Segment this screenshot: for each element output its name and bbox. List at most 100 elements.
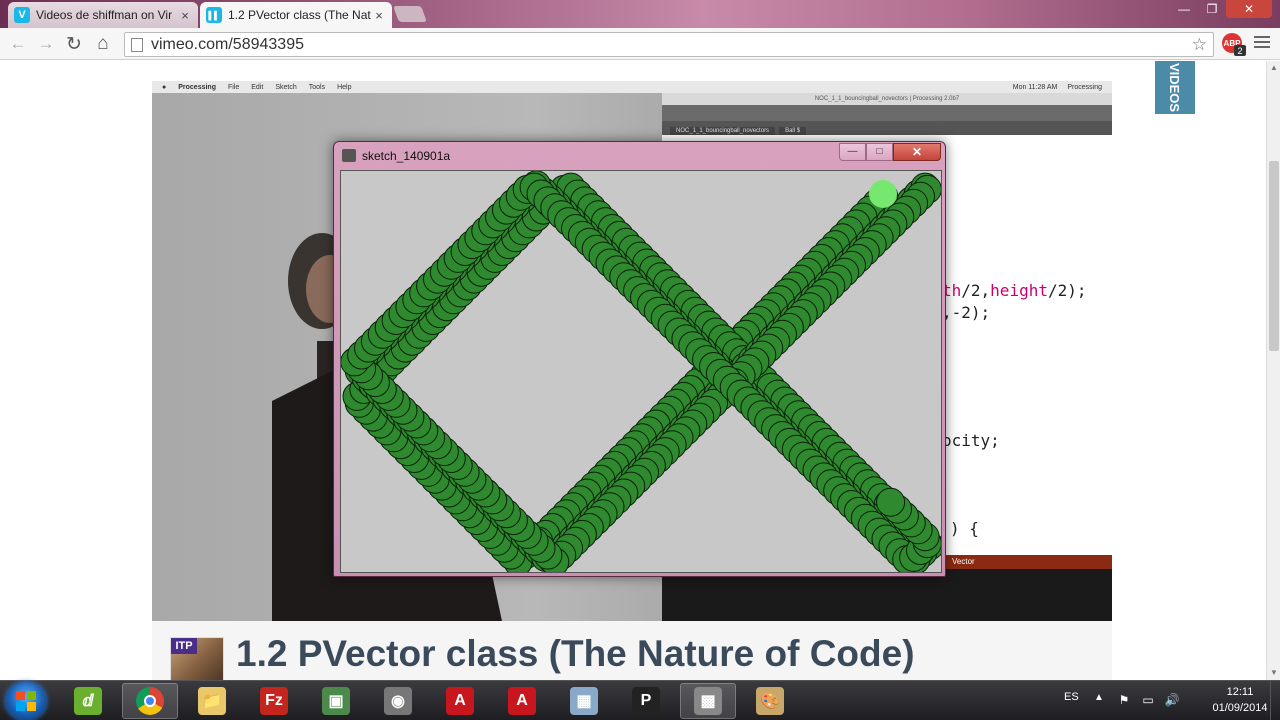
- url-input[interactable]: [151, 35, 1151, 54]
- ball: [869, 180, 897, 208]
- browser-toolbar: ← → ↻ ⌂ ☆: [0, 28, 1280, 60]
- video-title: 1.2 PVector class (The Nature of Code): [236, 633, 915, 674]
- windows-logo-icon: [16, 691, 36, 711]
- taskbar-app-monitor[interactable]: ▣: [308, 683, 364, 719]
- sketch-canvas[interactable]: [340, 170, 942, 573]
- mac-app-name: Processing: [1067, 83, 1102, 91]
- browser-tab-strip: V Videos de shiffman on Vir × ▌▌ 1.2 PVe…: [0, 0, 1280, 28]
- mac-menu-item: Sketch: [275, 83, 297, 91]
- bookmark-star-icon[interactable]: ☆: [1192, 35, 1207, 55]
- code-line: th/2,height/2);: [942, 281, 1087, 300]
- taskbar-app-dreamweaver[interactable]: ⅆ: [60, 683, 116, 719]
- autocad-1-icon: A: [446, 687, 474, 715]
- clock-time[interactable]: 12:11: [1210, 686, 1270, 698]
- mac-menu-app: Processing: [178, 83, 216, 91]
- tab-title: Videos de shiffman on Vir: [36, 8, 173, 22]
- itp-badge: ITP: [171, 638, 197, 654]
- ide-title: NOC_1_1_bouncingball_novectors | Process…: [662, 93, 1112, 105]
- mac-menu-item: Tools: [308, 83, 326, 91]
- paint-icon: 🎨: [756, 687, 784, 715]
- scroll-down-arrow-icon[interactable]: ▼: [1269, 668, 1279, 678]
- taskbar-app-calculator[interactable]: ▦: [556, 683, 612, 719]
- taskbar-app-autocad-1[interactable]: A: [432, 683, 488, 719]
- monitor-icon: ▣: [322, 687, 350, 715]
- taskbar-app-filezilla[interactable]: Fz: [246, 683, 302, 719]
- taskbar-app-app-window[interactable]: ▩: [680, 683, 736, 719]
- chrome-icon: [136, 687, 164, 715]
- taskbar-app-autocad-2[interactable]: A: [494, 683, 550, 719]
- mac-clock: Mon 11:28 AM: [1012, 83, 1058, 91]
- mac-menu-item: File: [227, 83, 240, 91]
- code-line: ocity;: [942, 431, 1000, 450]
- ide-tab: Ball $: [779, 127, 807, 135]
- taskbar-app-processing[interactable]: P: [618, 683, 674, 719]
- ball-trail: [341, 171, 941, 572]
- taskbar-app-explorer[interactable]: 📁: [184, 683, 240, 719]
- taskbar-app-paint[interactable]: 🎨: [742, 683, 798, 719]
- menu-icon[interactable]: [1254, 36, 1270, 51]
- address-bar[interactable]: ☆: [124, 32, 1214, 57]
- bouncing-ball-trails: [341, 171, 941, 572]
- autocad-2-icon: A: [508, 687, 536, 715]
- page-scrollbar[interactable]: ▲ ▼: [1266, 61, 1280, 680]
- tab-pvector-class[interactable]: ▌▌ 1.2 PVector class (The Nat ×: [200, 2, 392, 28]
- videos-side-tab-label: VIDEOS: [1167, 62, 1183, 113]
- code-line: ) {: [950, 519, 979, 538]
- sketch-minimize-button[interactable]: —: [839, 143, 866, 161]
- ide-tab: NOC_1_1_bouncingball_novectors: [670, 127, 776, 135]
- minimize-button[interactable]: —: [1170, 0, 1198, 18]
- tab-close-icon[interactable]: ×: [178, 8, 192, 23]
- action-center-icon[interactable]: ▭: [1140, 693, 1156, 709]
- new-tab-button[interactable]: [393, 6, 427, 22]
- code-line: ,-2);: [942, 303, 991, 322]
- ide-toolbar: [662, 105, 1112, 121]
- home-icon[interactable]: ⌂: [93, 33, 113, 54]
- tab-close-icon[interactable]: ×: [372, 8, 386, 23]
- scroll-thumb[interactable]: [1269, 161, 1279, 351]
- sketch-window[interactable]: sketch_140901a — □ ✕: [333, 141, 946, 577]
- sketch-window-title: sketch_140901a: [362, 149, 451, 163]
- page-icon: [131, 37, 143, 52]
- adblock-count-badge: 2: [1234, 45, 1246, 56]
- reload-icon[interactable]: ↻: [64, 34, 84, 55]
- window-controls: — ❐ ✕: [1170, 0, 1272, 18]
- media-icon: ◉: [384, 687, 412, 715]
- start-button[interactable]: [6, 682, 46, 720]
- processing-icon: P: [632, 687, 660, 715]
- vimeo-favicon-icon: ▌▌: [206, 7, 222, 23]
- tab-title: 1.2 PVector class (The Nat: [228, 8, 371, 22]
- mac-menu-bar: ● Processing File Edit Sketch Tools Help…: [152, 81, 1112, 93]
- back-arrow-icon[interactable]: ←: [8, 34, 28, 54]
- tab-videos-shiffman[interactable]: V Videos de shiffman on Vir ×: [8, 2, 198, 28]
- channel-avatar[interactable]: ITP: [170, 637, 224, 680]
- ide-tabs: NOC_1_1_bouncingball_novectors Ball $: [662, 121, 1112, 135]
- show-hidden-icons-icon[interactable]: ▲: [1094, 692, 1104, 703]
- show-desktop-button[interactable]: [1270, 681, 1280, 720]
- sketch-maximize-button[interactable]: □: [866, 143, 893, 161]
- app-window-icon: ▩: [694, 687, 722, 715]
- filezilla-icon: Fz: [260, 687, 288, 715]
- explorer-icon: 📁: [198, 687, 226, 715]
- console-label: Vector: [952, 557, 975, 566]
- clock-date[interactable]: 01/09/2014: [1210, 702, 1270, 714]
- taskbar-app-media[interactable]: ◉: [370, 683, 426, 719]
- mac-menu-item: Edit: [251, 83, 264, 91]
- taskbar-app-chrome[interactable]: [122, 683, 178, 719]
- videos-side-tab[interactable]: VIDEOS: [1155, 61, 1195, 114]
- dreamweaver-icon: ⅆ: [74, 687, 102, 715]
- mac-menu-item: Help: [337, 83, 352, 91]
- sketch-close-button[interactable]: ✕: [893, 143, 941, 161]
- windows-taskbar: ⅆ 📁 Fz ▣ ◉ A A ▦ P ▩ 🎨 ES ▲ ⚑ ▭ 🔊 12:11 01/09/2014: [0, 680, 1280, 720]
- volume-icon[interactable]: 🔊: [1164, 693, 1180, 709]
- maximize-button[interactable]: ❐: [1198, 0, 1226, 18]
- language-indicator[interactable]: ES: [1064, 691, 1079, 703]
- vimeo-favicon-icon: V: [14, 7, 30, 23]
- calculator-icon: ▦: [570, 687, 598, 715]
- scroll-up-arrow-icon[interactable]: ▲: [1269, 63, 1279, 73]
- forward-arrow-icon[interactable]: →: [36, 34, 56, 54]
- video-title-row: ITP 1.2 PVector class (The Nature of Cod…: [152, 621, 1112, 680]
- apple-icon: ●: [162, 83, 167, 91]
- sketch-app-icon: [342, 149, 356, 162]
- close-button[interactable]: ✕: [1226, 0, 1272, 18]
- network-flag-icon[interactable]: ⚑: [1116, 693, 1132, 709]
